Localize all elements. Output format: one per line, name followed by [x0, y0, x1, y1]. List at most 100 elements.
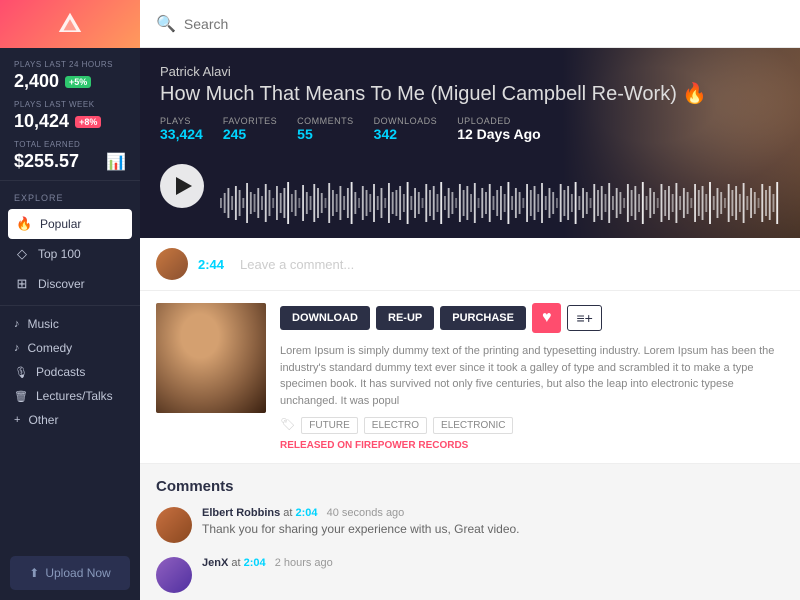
- comment-ago-2: 2 hours ago: [275, 557, 333, 569]
- downloads-count: 342: [374, 126, 438, 142]
- plays-24h-badge: +5%: [65, 76, 91, 88]
- track-thumbnail: [156, 303, 266, 413]
- favorite-button[interactable]: ♥: [532, 303, 562, 333]
- favorites-count: 245: [223, 126, 277, 142]
- comment-input-row: 2:44 Leave a comment...: [140, 238, 800, 291]
- search-icon: 🔍: [156, 14, 176, 34]
- sidebar-item-podcasts[interactable]: 🎙 Podcasts: [0, 360, 140, 384]
- released-info: RELEASED ON FIREPOWER RECORDS: [280, 440, 784, 451]
- plus-icon: +: [14, 414, 20, 426]
- plays-24h-value: 2,400: [14, 71, 59, 92]
- playlist-button[interactable]: ≡+: [567, 305, 601, 331]
- track-tags: 🏷 FUTURE ELECTRO ELECTRONIC: [280, 417, 784, 434]
- comment-at-label: at: [283, 507, 295, 519]
- fire-icon: 🔥: [16, 216, 32, 232]
- genre-comedy-label: Comedy: [28, 341, 73, 355]
- tag-icon: 🏷: [280, 417, 295, 434]
- upload-button[interactable]: ⬆ Upload Now: [10, 556, 130, 590]
- play-button[interactable]: [160, 164, 204, 208]
- plays-count: 33,424: [160, 126, 203, 142]
- upload-label: Upload Now: [45, 566, 110, 580]
- comment-meta: Elbert Robbins at 2:04 40 seconds ago: [202, 507, 784, 519]
- purchase-button[interactable]: PURCHASE: [440, 306, 526, 330]
- diamond-icon: ◇: [14, 246, 30, 262]
- sidebar-item-comedy[interactable]: ♪ Comedy: [0, 336, 140, 360]
- sidebar-item-lectures[interactable]: 🗑 Lectures/Talks: [0, 384, 140, 408]
- music-icon: ♪: [14, 318, 20, 330]
- comment-ago-1: 40 seconds ago: [327, 507, 405, 519]
- hero-title-sub: (Miguel Campbell Re-Work): [431, 83, 677, 105]
- comment-timestamp-1: 2:04: [296, 507, 318, 519]
- tag-future[interactable]: FUTURE: [301, 417, 358, 434]
- reup-button[interactable]: RE-UP: [376, 306, 434, 330]
- uploaded-value: 12 Days Ago: [457, 126, 541, 142]
- comments-count: 55: [297, 126, 354, 142]
- comments-title: Comments: [156, 478, 784, 495]
- comment-author-2: JenX: [202, 557, 228, 569]
- sidebar-item-other[interactable]: + Other: [0, 408, 140, 432]
- stats-panel: PLAYS LAST 24 HOURS 2,400 +5% PLAYS LAST…: [0, 48, 140, 181]
- comment-text-1: Thank you for sharing your experience wi…: [202, 522, 784, 536]
- hero-content: Patrick Alavi How Much That Means To Me …: [140, 48, 800, 238]
- fire-icon: 🔥: [682, 83, 707, 105]
- meta-downloads: DOWNLOADS 342: [374, 116, 438, 142]
- comment-author: Elbert Robbins: [202, 507, 280, 519]
- grid-icon: ⊞: [14, 276, 30, 292]
- hero-meta: PLAYS 33,424 FAVORITES 245 COMMENTS 55 D…: [160, 116, 780, 142]
- comment-body-2: JenX at 2:04 2 hours ago: [202, 557, 784, 593]
- download-button[interactable]: DOWNLOAD: [280, 306, 370, 330]
- comment-meta-2: JenX at 2:04 2 hours ago: [202, 557, 784, 569]
- genre-other-label: Other: [28, 413, 58, 427]
- meta-uploaded: UPLOADED 12 Days Ago: [457, 116, 541, 142]
- waveform[interactable]: // Generated inline bars: [220, 178, 780, 228]
- podcast-icon: 🎙: [14, 366, 28, 379]
- earned-label: TOTAL EARNED: [14, 140, 126, 149]
- hero-section: Patrick Alavi How Much That Means To Me …: [140, 48, 800, 238]
- meta-plays: PLAYS 33,424: [160, 116, 203, 142]
- tag-electronic[interactable]: ELECTRONIC: [433, 417, 513, 434]
- sidebar-top100-label: Top 100: [38, 247, 81, 261]
- comment-avatar: [156, 507, 192, 543]
- divider: [0, 305, 140, 306]
- label-name[interactable]: FIREPOWER RECORDS: [355, 440, 468, 451]
- sidebar-item-discover[interactable]: ⊞ Discover: [0, 269, 140, 299]
- hero-title: How Much That Means To Me (Miguel Campbe…: [160, 81, 780, 106]
- chart-icon: 📊: [106, 152, 126, 172]
- comment-body: Elbert Robbins at 2:04 40 seconds ago Th…: [202, 507, 784, 543]
- main-content: 🔍 Patrick Alavi How Much That Means To M…: [140, 0, 800, 600]
- meta-favorites: FAVORITES 245: [223, 116, 277, 142]
- plays-week-label: PLAYS LAST WEEK: [14, 100, 126, 109]
- sidebar: PLAYS LAST 24 HOURS 2,400 +5% PLAYS LAST…: [0, 0, 140, 600]
- track-info-row: DOWNLOAD RE-UP PURCHASE ♥ ≡+ Lorem Ipsum…: [140, 291, 800, 464]
- comment-input-placeholder[interactable]: Leave a comment...: [240, 257, 784, 272]
- sidebar-item-music[interactable]: ♪ Music: [0, 312, 140, 336]
- sidebar-discover-label: Discover: [38, 277, 85, 291]
- lecture-icon: 🗑: [14, 390, 28, 403]
- sidebar-item-top100[interactable]: ◇ Top 100: [0, 239, 140, 269]
- released-label: RELEASED ON: [280, 440, 352, 451]
- comment-timestamp: 2:44: [198, 257, 224, 272]
- logo: [0, 0, 140, 48]
- search-input[interactable]: [184, 16, 384, 32]
- track-actions: DOWNLOAD RE-UP PURCHASE ♥ ≡+: [280, 303, 784, 333]
- plays-24h-label: PLAYS LAST 24 HOURS: [14, 60, 126, 69]
- earned-value: $255.57: [14, 151, 79, 172]
- track-details: DOWNLOAD RE-UP PURCHASE ♥ ≡+ Lorem Ipsum…: [280, 303, 784, 451]
- comment-at-label-2: at: [231, 557, 243, 569]
- genre-lectures-label: Lectures/Talks: [36, 389, 113, 403]
- track-description: Lorem Ipsum is simply dummy text of the …: [280, 343, 784, 409]
- play-icon: [176, 177, 192, 195]
- hero-artist: Patrick Alavi: [160, 64, 780, 79]
- sidebar-popular-label: Popular: [40, 217, 81, 231]
- comments-section: Comments Elbert Robbins at 2:04 40 secon…: [140, 464, 800, 600]
- content-area: 2:44 Leave a comment... DOWNLOAD RE-UP P…: [140, 238, 800, 600]
- comment-item: Elbert Robbins at 2:04 40 seconds ago Th…: [156, 507, 784, 543]
- genre-music-label: Music: [28, 317, 59, 331]
- tag-electro[interactable]: ELECTRO: [364, 417, 427, 434]
- comment-item: JenX at 2:04 2 hours ago: [156, 557, 784, 593]
- upload-icon: ⬆: [29, 566, 39, 580]
- explore-label: EXPLORE: [0, 181, 140, 209]
- sidebar-item-popular[interactable]: 🔥 Popular: [8, 209, 132, 239]
- plays-week-value: 10,424: [14, 111, 69, 132]
- search-wrap: 🔍: [156, 14, 384, 34]
